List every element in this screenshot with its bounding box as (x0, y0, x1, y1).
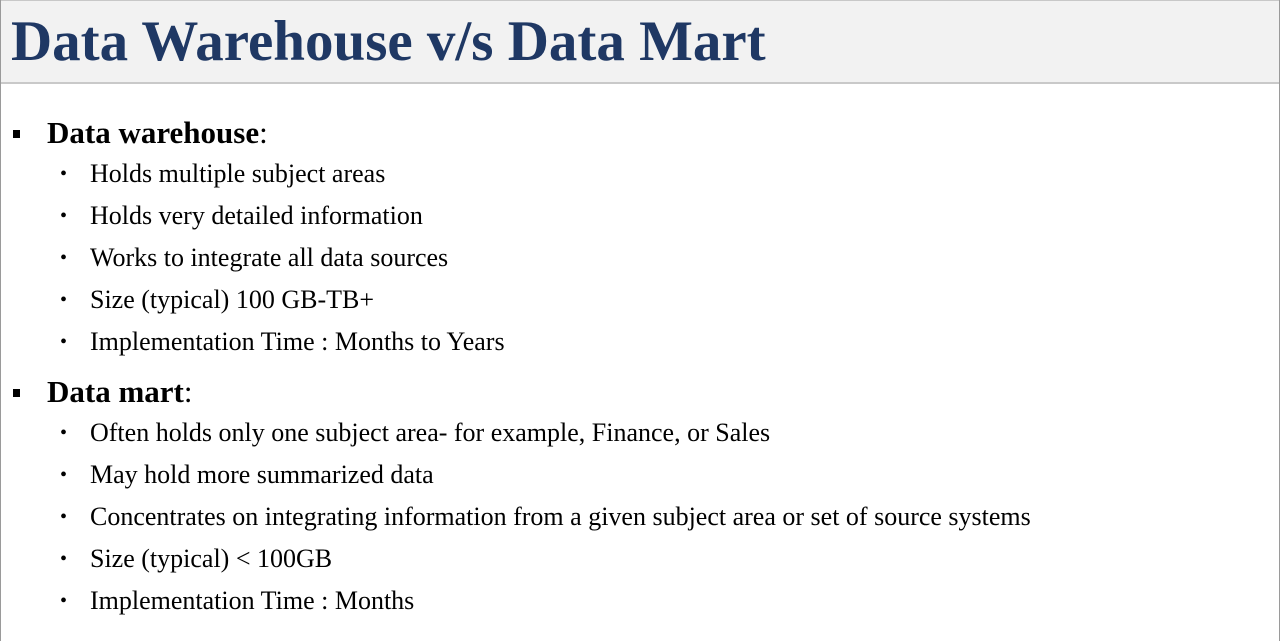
square-bullet-icon (13, 130, 20, 138)
section-heading: Data warehouse: (1, 113, 1271, 153)
slide-title: Data Warehouse v/s Data Mart (11, 10, 766, 73)
bullet-icon: • (60, 289, 68, 311)
section-data-warehouse: Data warehouse: • Holds multiple subject … (1, 113, 1271, 363)
list-item: • May hold more summarized data (1, 454, 1271, 496)
list-item: • Works to integrate all data sources (1, 237, 1271, 279)
list-item-text: Size (typical) < 100GB (90, 544, 333, 573)
section-heading-text: Data warehouse (47, 115, 260, 150)
list-item: • Concentrates on integrating information… (1, 496, 1271, 538)
list-item: • Size (typical) 100 GB-TB+ (1, 279, 1271, 321)
list-item: • Holds multiple subject areas (1, 153, 1271, 195)
bullet-icon: • (60, 205, 68, 227)
list-item-text: Works to integrate all data sources (90, 243, 449, 272)
heading-colon: : (259, 115, 268, 150)
bullet-list: • Often holds only one subject area- for … (1, 412, 1271, 622)
list-item-text: Often holds only one subject area- for e… (90, 418, 771, 447)
bullet-icon: • (60, 422, 68, 444)
list-item-text: Holds very detailed information (90, 201, 423, 230)
list-item: • Often holds only one subject area- for … (1, 412, 1271, 454)
bullet-icon: • (60, 247, 68, 269)
list-item: • Implementation Time : Months (1, 580, 1271, 622)
list-item-text: Implementation Time : Months to Years (90, 327, 505, 356)
section-heading: Data mart: (1, 372, 1271, 412)
heading-colon: : (183, 374, 193, 409)
bullet-icon: • (60, 464, 68, 486)
list-item-text: Concentrates on integrating information … (90, 502, 1031, 531)
bullet-icon: • (60, 506, 68, 528)
bullet-list: • Holds multiple subject areas • Holds ver… (1, 153, 1271, 363)
list-item: • Size (typical) < 100GB (1, 538, 1271, 580)
list-item: • Implementation Time : Months to Years (1, 321, 1271, 363)
list-item-text: Size (typical) 100 GB-TB+ (90, 285, 374, 314)
square-bullet-icon (13, 389, 20, 397)
slide: Data Warehouse v/s Data Mart Data wareho… (0, 0, 1280, 641)
list-item-text: May hold more summarized data (90, 460, 434, 489)
section-heading-text: Data mart (47, 374, 184, 409)
bullet-icon: • (60, 590, 68, 612)
bullet-icon: • (60, 331, 68, 353)
list-item-text: Implementation Time : Months (90, 586, 415, 615)
bullet-icon: • (60, 548, 68, 570)
list-item-text: Holds multiple subject areas (90, 159, 386, 188)
section-data-mart: Data mart: • Often holds only one subject… (1, 372, 1271, 622)
title-bar: Data Warehouse v/s Data Mart (1, 0, 1279, 84)
bullet-icon: • (60, 163, 68, 185)
list-item: • Holds very detailed information (1, 195, 1271, 237)
